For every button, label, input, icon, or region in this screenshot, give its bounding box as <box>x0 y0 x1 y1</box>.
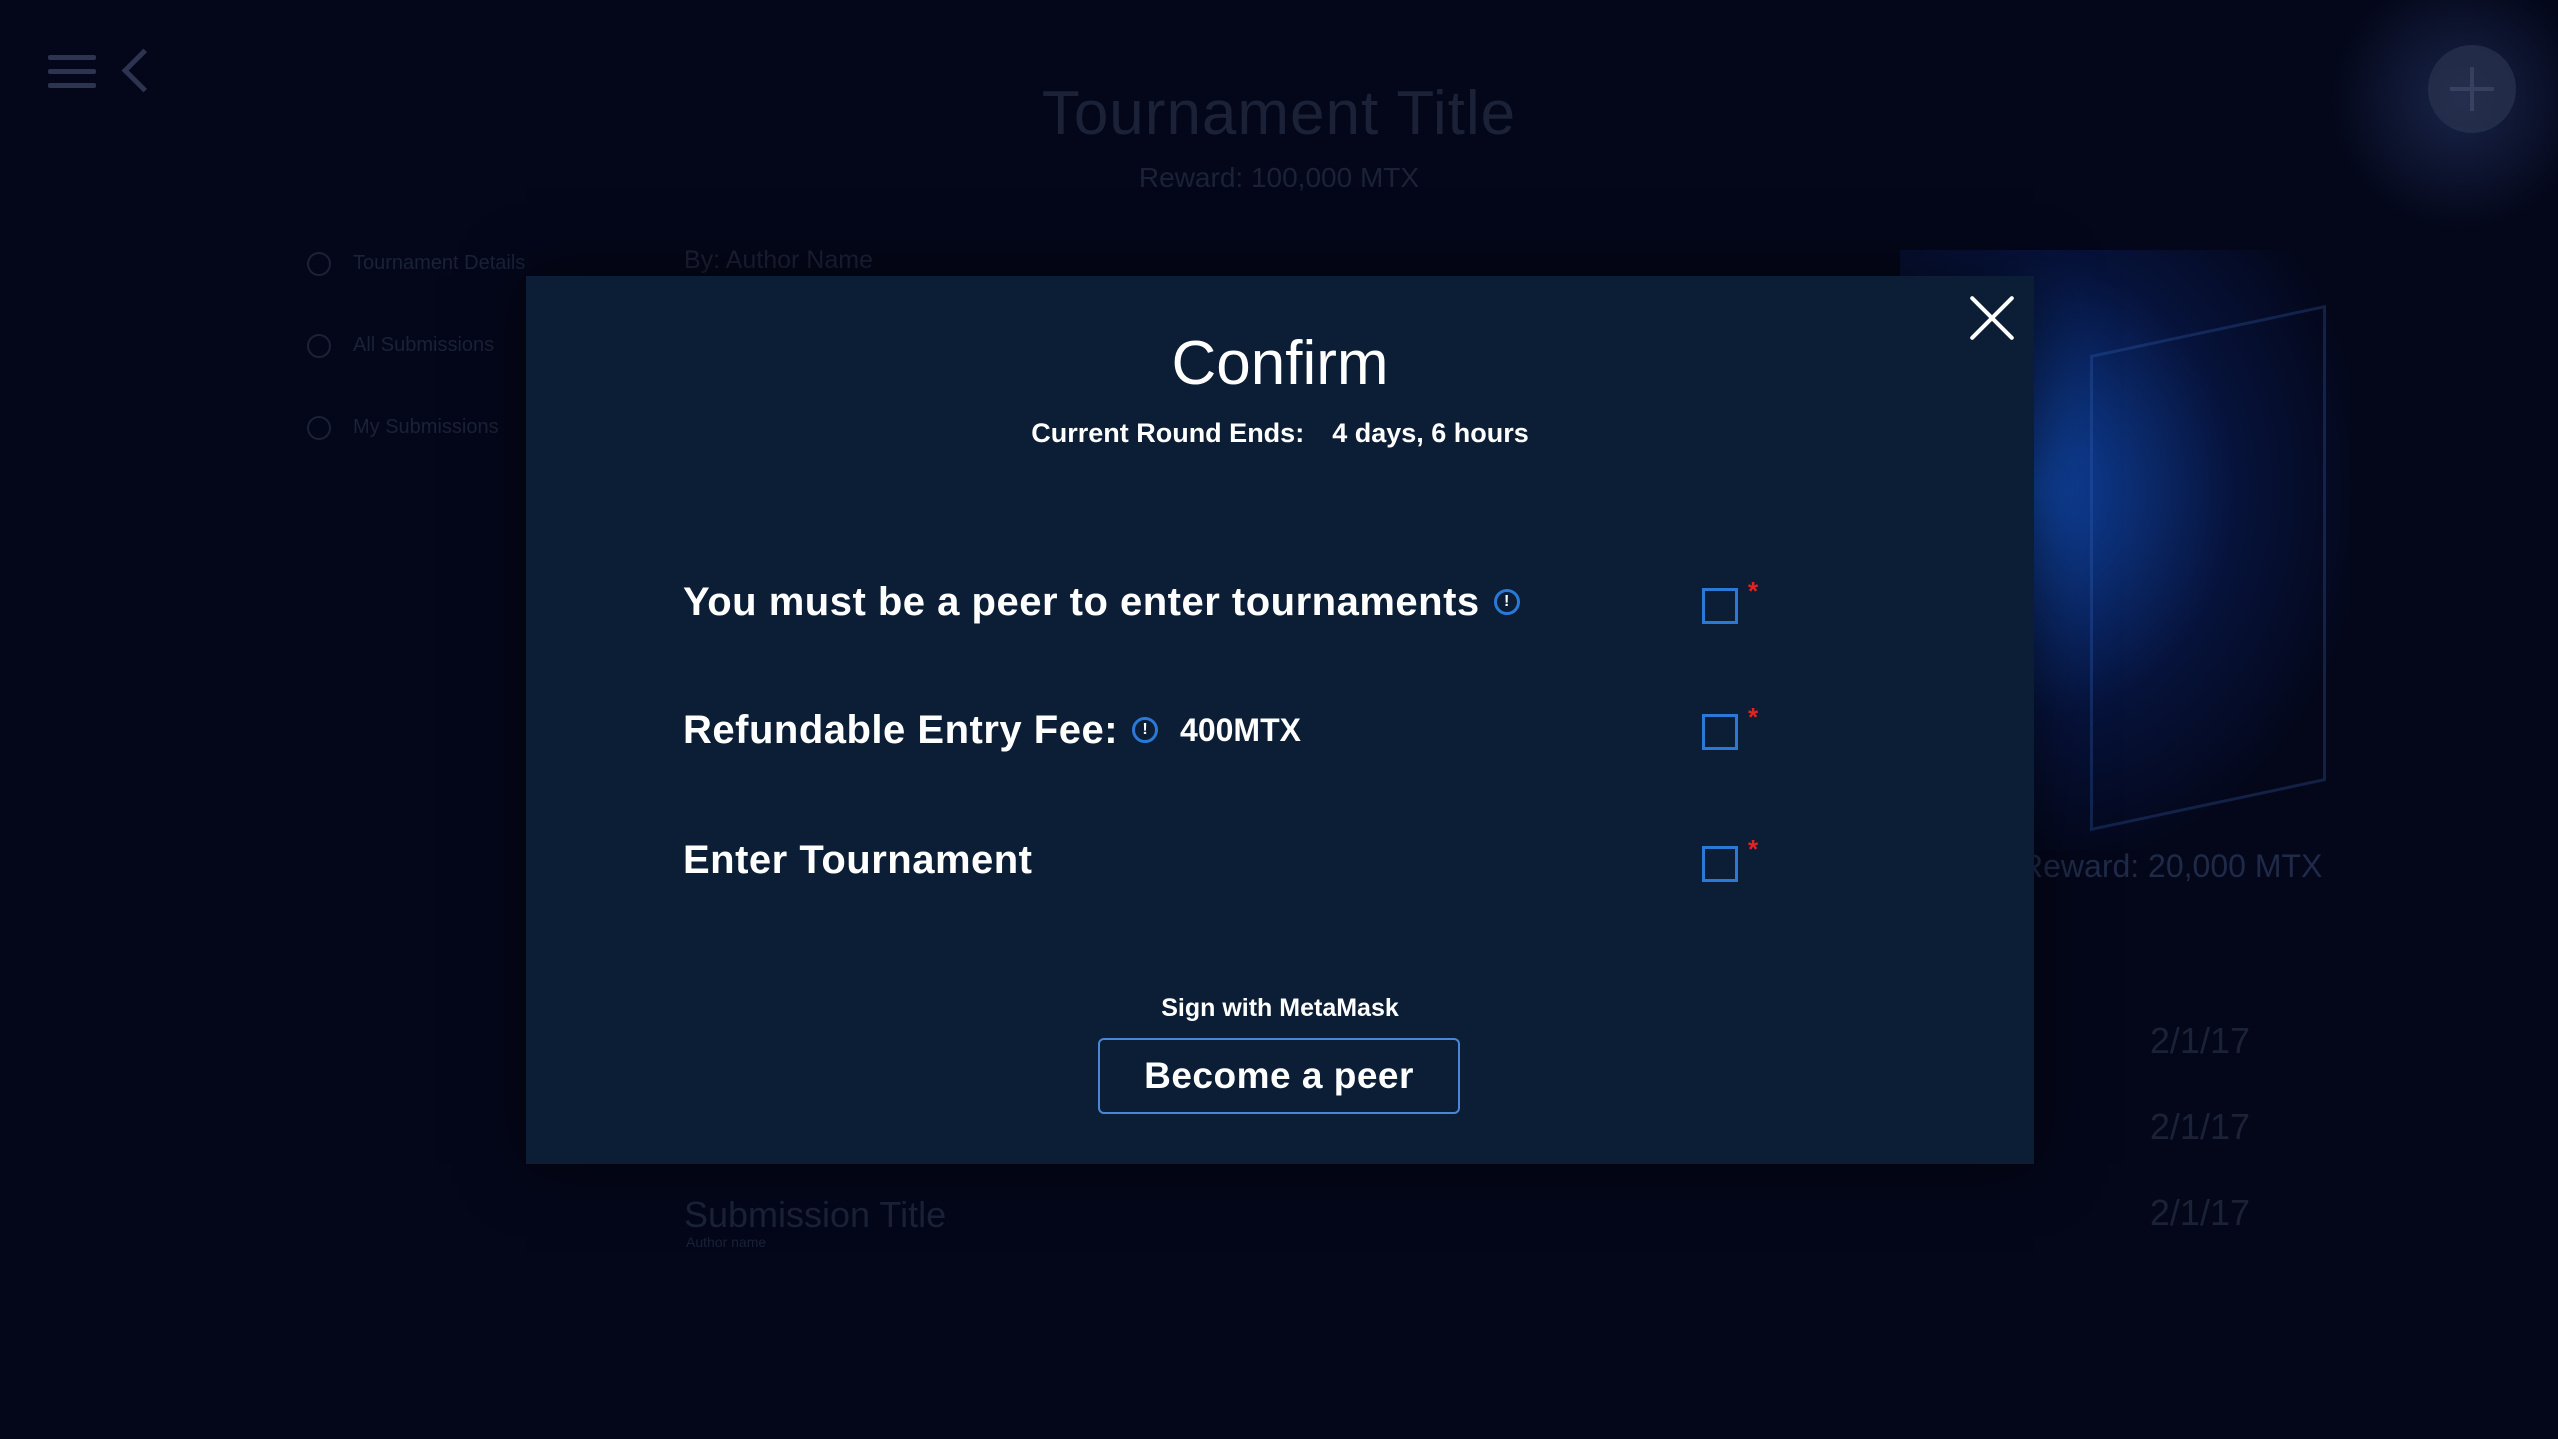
become-peer-button[interactable]: Become a peer <box>1098 1038 1460 1114</box>
page-reward: Reward: 100,000 MTX <box>1138 162 1420 193</box>
nav-dot-icon <box>307 252 331 276</box>
requirement-label: Enter Tournament <box>683 837 1033 882</box>
hero-image-shape <box>2090 304 2326 832</box>
page-title: Tournament Title <box>1041 79 1517 148</box>
confirm-modal: Confirm Current Round Ends: 4 days, 6 hou… <box>526 276 2034 1164</box>
submission-date: 2/1/17 <box>2149 1192 2250 1233</box>
info-icon[interactable]: ! <box>1132 717 1159 743</box>
nav-dot-icon <box>307 334 331 358</box>
required-asterisk: * <box>1748 834 1759 864</box>
requirement-label: Refundable Entry Fee: <box>683 707 1119 752</box>
info-icon[interactable]: ! <box>1493 589 1520 615</box>
entry-fee-checkbox[interactable] <box>1702 714 1738 750</box>
sign-with-metamask-label: Sign with MetaMask <box>1161 994 1399 1022</box>
round-reward: Reward: 20,000 MTX <box>2020 848 2323 884</box>
side-nav-label: My Submissions <box>353 416 499 438</box>
author-line: By: Author Name <box>684 246 873 274</box>
side-nav-label: All Submissions <box>353 334 495 356</box>
requirement-label: You must be a peer to enter tournaments <box>683 579 1480 624</box>
round-end-value: 4 days, 6 hours <box>1332 418 1529 448</box>
peer-checkbox[interactable] <box>1702 588 1738 624</box>
enter-tournament-checkbox[interactable] <box>1702 846 1738 882</box>
modal-title: Confirm <box>1171 329 1389 398</box>
submission-date: 2/1/17 <box>2149 1106 2250 1147</box>
round-end-info: Current Round Ends: 4 days, 6 hours <box>526 418 2034 449</box>
required-asterisk: * <box>1748 576 1759 606</box>
submission-author: Author name <box>686 1234 767 1250</box>
entry-fee-value: 400MTX <box>1180 711 1301 748</box>
submission-date: 2/1/17 <box>2149 1020 2250 1061</box>
required-asterisk: * <box>1748 702 1759 732</box>
side-nav-label: Tournament Details <box>353 252 526 274</box>
submission-dates: 2/1/17 2/1/17 2/1/17 <box>2130 1020 2250 1278</box>
nav-dot-icon <box>307 416 331 440</box>
round-end-label: Current Round Ends: <box>1031 418 1305 448</box>
submission-title[interactable]: Submission Title <box>684 1194 946 1236</box>
